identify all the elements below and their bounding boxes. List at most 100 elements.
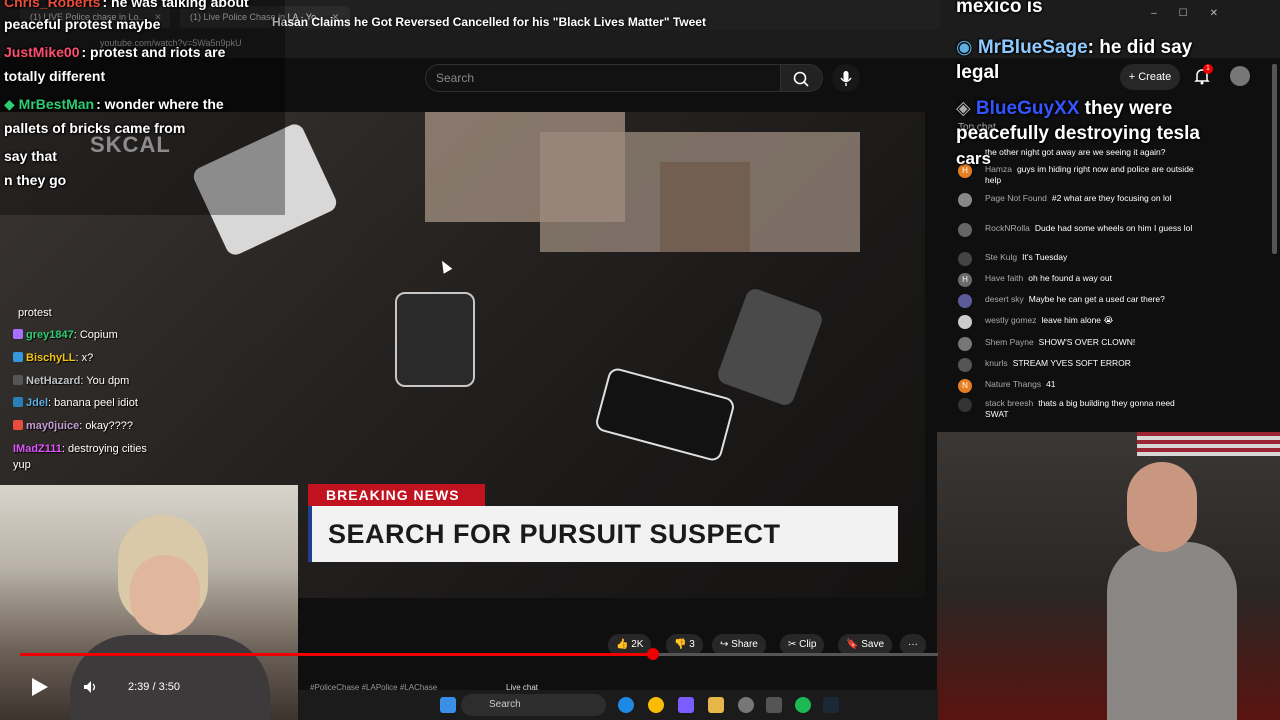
chat-username: may0juice bbox=[26, 420, 80, 432]
person-face-shape bbox=[130, 555, 200, 635]
save-label: Save bbox=[861, 639, 885, 650]
chrome-icon[interactable] bbox=[648, 697, 664, 713]
news-headline: SEARCH FOR PURSUIT SUSPECT bbox=[308, 506, 898, 562]
chat-username: MrBestMan bbox=[18, 96, 95, 112]
overlay-chat-line: ◉ MrBlueSage: he did say bbox=[956, 36, 1192, 59]
overlay-chat-left: Chris_Roberts: he was talking about peac… bbox=[0, 0, 285, 215]
avatar: N bbox=[958, 379, 972, 393]
chat-username: knurls bbox=[985, 358, 1008, 368]
chat-username: NetHazard bbox=[26, 375, 81, 387]
chat-message-body: Have faith oh he found a way out bbox=[985, 273, 1195, 284]
chat-text: : destroying cities bbox=[61, 443, 147, 455]
chat-message-body: Ste Kulg It's Tuesday bbox=[985, 252, 1195, 263]
taskbar-search[interactable]: Search bbox=[461, 694, 606, 716]
overlay-chat-line: n they go bbox=[4, 172, 66, 188]
badge-icon: ◈ bbox=[956, 98, 976, 119]
avatar bbox=[958, 193, 972, 207]
person-shape bbox=[70, 635, 270, 720]
chat-message: BischyLL: x? bbox=[13, 352, 93, 364]
chat-text: : x? bbox=[75, 352, 94, 364]
badge-icon bbox=[13, 375, 23, 385]
chat-text: peacefully destroying tesla bbox=[956, 123, 1200, 144]
chat-text: : wonder where the bbox=[96, 96, 224, 112]
play-icon[interactable] bbox=[32, 678, 48, 696]
chat-username: Jdel bbox=[26, 397, 49, 409]
chat-message-body: Shem Payne SHOW'S OVER CLOWN! bbox=[985, 337, 1195, 348]
chat-text: : banana peel idiot bbox=[48, 397, 138, 409]
overlay-chat-line: JustMike00: protest and riots are bbox=[4, 44, 225, 60]
building-shape bbox=[660, 162, 750, 252]
overlay-chat-line: legal bbox=[956, 62, 999, 84]
edge-icon[interactable] bbox=[618, 697, 634, 713]
chat-message-body: Nature Thangs 41 bbox=[985, 379, 1195, 390]
voice-search-button[interactable] bbox=[832, 64, 860, 92]
chat-text: #2 what are they focusing on lol bbox=[1051, 193, 1172, 203]
clip-label: Clip bbox=[799, 639, 817, 650]
chat-text: : he did say bbox=[1087, 37, 1193, 58]
chat-username: BischyLL bbox=[26, 352, 76, 364]
chat-text: yup bbox=[13, 459, 31, 471]
overlay-chat-right: mexico is ◉ MrBlueSage: he did say legal… bbox=[950, 0, 1280, 175]
overlay-chat-line: pallets of bricks came from bbox=[4, 120, 185, 136]
chat-text: : he was talking about bbox=[102, 0, 249, 10]
dislike-count: 3 bbox=[689, 639, 695, 650]
discord-icon[interactable] bbox=[678, 697, 694, 713]
mic-icon bbox=[840, 71, 852, 86]
obs-icon[interactable] bbox=[738, 697, 754, 713]
avatar: H bbox=[958, 273, 972, 287]
mouse-cursor-icon bbox=[437, 258, 453, 274]
search-input[interactable]: Search bbox=[425, 64, 781, 92]
flag-shape bbox=[1137, 432, 1280, 456]
person-head-shape bbox=[1127, 462, 1197, 552]
chat-text: SHOW'S OVER CLOWN! bbox=[1038, 337, 1136, 347]
app-icon[interactable] bbox=[766, 697, 782, 713]
chat-message: NetHazard: You dpm bbox=[13, 375, 129, 387]
chat-message-body: westly gomez leave him alone 😭 bbox=[985, 315, 1195, 326]
avatar bbox=[958, 358, 972, 372]
folder-icon[interactable] bbox=[708, 697, 724, 713]
chat-text: mexico is bbox=[956, 0, 1043, 17]
thumbs-down-icon: 👎 bbox=[674, 639, 687, 650]
person-shape bbox=[1107, 542, 1237, 720]
chat-username: grey1847 bbox=[26, 329, 74, 341]
badge-icon bbox=[13, 397, 23, 407]
chat-text: legal bbox=[956, 62, 1000, 83]
chat-text: It's Tuesday bbox=[1022, 252, 1068, 262]
car-shape bbox=[715, 286, 825, 408]
overlay-chat-line: say that bbox=[4, 148, 57, 164]
volume-icon[interactable] bbox=[83, 680, 99, 694]
progress-bar-fill bbox=[20, 653, 653, 656]
chat-message-body: desert sky Maybe he can get a used car th… bbox=[985, 294, 1195, 305]
heart-badge-icon bbox=[13, 420, 23, 430]
search-icon bbox=[793, 71, 809, 87]
spotify-icon[interactable] bbox=[795, 697, 811, 713]
avatar bbox=[958, 294, 972, 308]
chat-text: : You dpm bbox=[80, 375, 130, 387]
chat-text: say that bbox=[4, 148, 57, 164]
share-label: Share bbox=[731, 639, 758, 650]
windows-start-icon[interactable] bbox=[440, 697, 456, 713]
chat-username: Ste Kulg bbox=[985, 252, 1018, 262]
avatar bbox=[958, 398, 972, 412]
overlay-chat-line: peaceful protest maybe bbox=[4, 16, 160, 32]
steam-icon[interactable] bbox=[823, 697, 839, 713]
chat-username: IMadZ111 bbox=[13, 443, 62, 455]
chat-username: BlueGuyXX bbox=[975, 98, 1080, 119]
chat-message-body: Page Not Found #2 what are they focusing … bbox=[985, 193, 1195, 204]
chat-username: MrBlueSage bbox=[977, 37, 1088, 58]
bookmark-icon: 🔖 bbox=[846, 639, 859, 650]
chat-text: : Copium bbox=[73, 329, 118, 341]
overlay-chat-line: cars bbox=[956, 149, 991, 169]
badge-icon bbox=[13, 329, 23, 339]
progress-scrubber[interactable] bbox=[647, 648, 659, 660]
chat-message: Jdel: banana peel idiot bbox=[13, 397, 138, 409]
video-title: Hasan Claims he Got Reversed Cancelled f… bbox=[272, 15, 706, 29]
chat-text: peaceful protest maybe bbox=[4, 16, 161, 32]
chat-message-body: RockNRolla Dude had some wheels on him I … bbox=[985, 223, 1195, 234]
avatar bbox=[958, 337, 972, 351]
chat-message: may0juice: okay???? bbox=[13, 420, 133, 432]
search-button[interactable] bbox=[781, 64, 823, 92]
chat-text: leave him alone 😭 bbox=[1041, 315, 1114, 325]
chat-text: 41 bbox=[1046, 379, 1056, 389]
avatar bbox=[958, 252, 972, 266]
